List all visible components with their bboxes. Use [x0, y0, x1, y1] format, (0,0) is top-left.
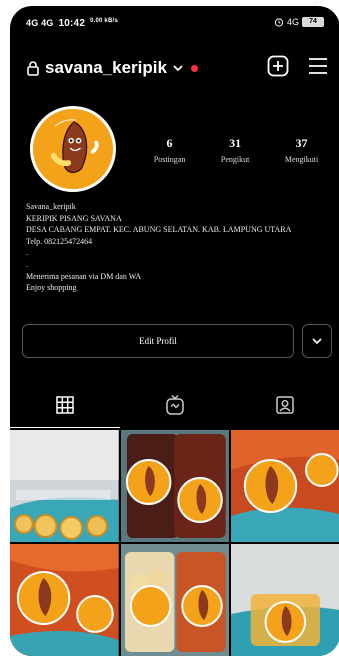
status-right: 4G 74	[274, 17, 324, 27]
notification-dot	[190, 64, 198, 72]
stat-label: Mengikuti	[284, 155, 319, 164]
post-image	[10, 430, 119, 542]
bio-line[interactable]: Telp. 082125472464	[26, 236, 336, 248]
alarm-icon	[274, 18, 284, 27]
tab-igtv[interactable]	[120, 382, 230, 428]
stat-posts[interactable]: 6 Postingan	[154, 136, 186, 164]
post-image	[120, 430, 230, 542]
post-thumbnail[interactable]	[10, 544, 119, 656]
network-indicator: 4G 4G	[26, 18, 54, 28]
profile-tabs	[10, 382, 339, 428]
status-bar: 4G 4G 10:42 0.00 kB/s 4G 74	[10, 6, 339, 36]
post-thumbnail[interactable]	[231, 544, 339, 656]
header-actions	[266, 54, 330, 78]
lock-icon	[27, 61, 39, 76]
brand-logo	[33, 109, 113, 189]
clock: 10:42	[58, 18, 86, 29]
bio-line: Savana_keripik	[26, 202, 76, 211]
edit-profile-button[interactable]: Edit Profil	[22, 324, 294, 358]
stat-label: Postingan	[153, 155, 186, 164]
post-thumbnail[interactable]	[231, 430, 339, 542]
post-thumbnail[interactable]	[120, 544, 230, 656]
battery-icon: 74	[302, 17, 324, 27]
bio-line: Menerima pesanan via DM dan WA	[26, 271, 142, 281]
bio-line: Enjoy shopping	[26, 283, 77, 293]
account-switcher[interactable]: savana_keripik	[26, 58, 198, 78]
stat-label: Pengikut	[220, 155, 250, 164]
profile-actions: Edit Profil	[22, 324, 332, 358]
post-image	[231, 430, 339, 542]
stat-value: 31	[229, 136, 242, 150]
username: savana_keripik	[45, 58, 167, 77]
stat-value: 37	[295, 136, 308, 150]
tab-tagged[interactable]	[230, 382, 339, 428]
bio-line: KERIPIK PISANG SAVANA	[26, 213, 122, 223]
stat-following[interactable]: 37 Mengikuti	[285, 136, 318, 164]
igtv-icon	[166, 394, 184, 415]
avatar[interactable]	[30, 106, 116, 192]
profile-stats: 6 Postingan 31 Pengikut 37 Mengikuti	[136, 136, 336, 164]
network-speed: 0.00 kB/s	[90, 18, 118, 24]
profile-bio: Savana_keripik KERIPIK PISANG SAVANA DES…	[26, 201, 336, 294]
grid-icon	[56, 396, 74, 414]
hamburger-menu-icon[interactable]	[306, 54, 330, 78]
bio-line: DESA CABANG EMPAT. KEC. ABUNG SELATAN. K…	[26, 225, 292, 235]
post-thumbnail[interactable]	[10, 430, 119, 542]
suggestions-button[interactable]	[302, 324, 332, 358]
plus-square-icon[interactable]	[266, 54, 290, 78]
post-image	[231, 544, 339, 656]
tab-posts-grid[interactable]	[10, 382, 120, 428]
right-network: 4G	[286, 17, 299, 27]
post-image	[120, 544, 230, 656]
tagged-icon	[276, 396, 294, 414]
post-thumbnail[interactable]	[120, 430, 230, 542]
post-image	[10, 544, 119, 656]
profile-header: savana_keripik	[10, 50, 339, 90]
bio-line: .	[26, 248, 28, 258]
status-left: 4G 4G 10:42 0.00 kB/s	[26, 18, 118, 29]
posts-grid	[10, 430, 339, 656]
phone-screen: 4G 4G 10:42 0.00 kB/s 4G 74 savana_kerip…	[10, 6, 339, 656]
chevron-down-icon	[173, 65, 183, 72]
chevron-down-icon	[312, 338, 322, 345]
stat-followers[interactable]: 31 Pengikut	[221, 136, 249, 164]
stat-value: 6	[166, 136, 173, 150]
bio-line: .	[26, 259, 28, 269]
